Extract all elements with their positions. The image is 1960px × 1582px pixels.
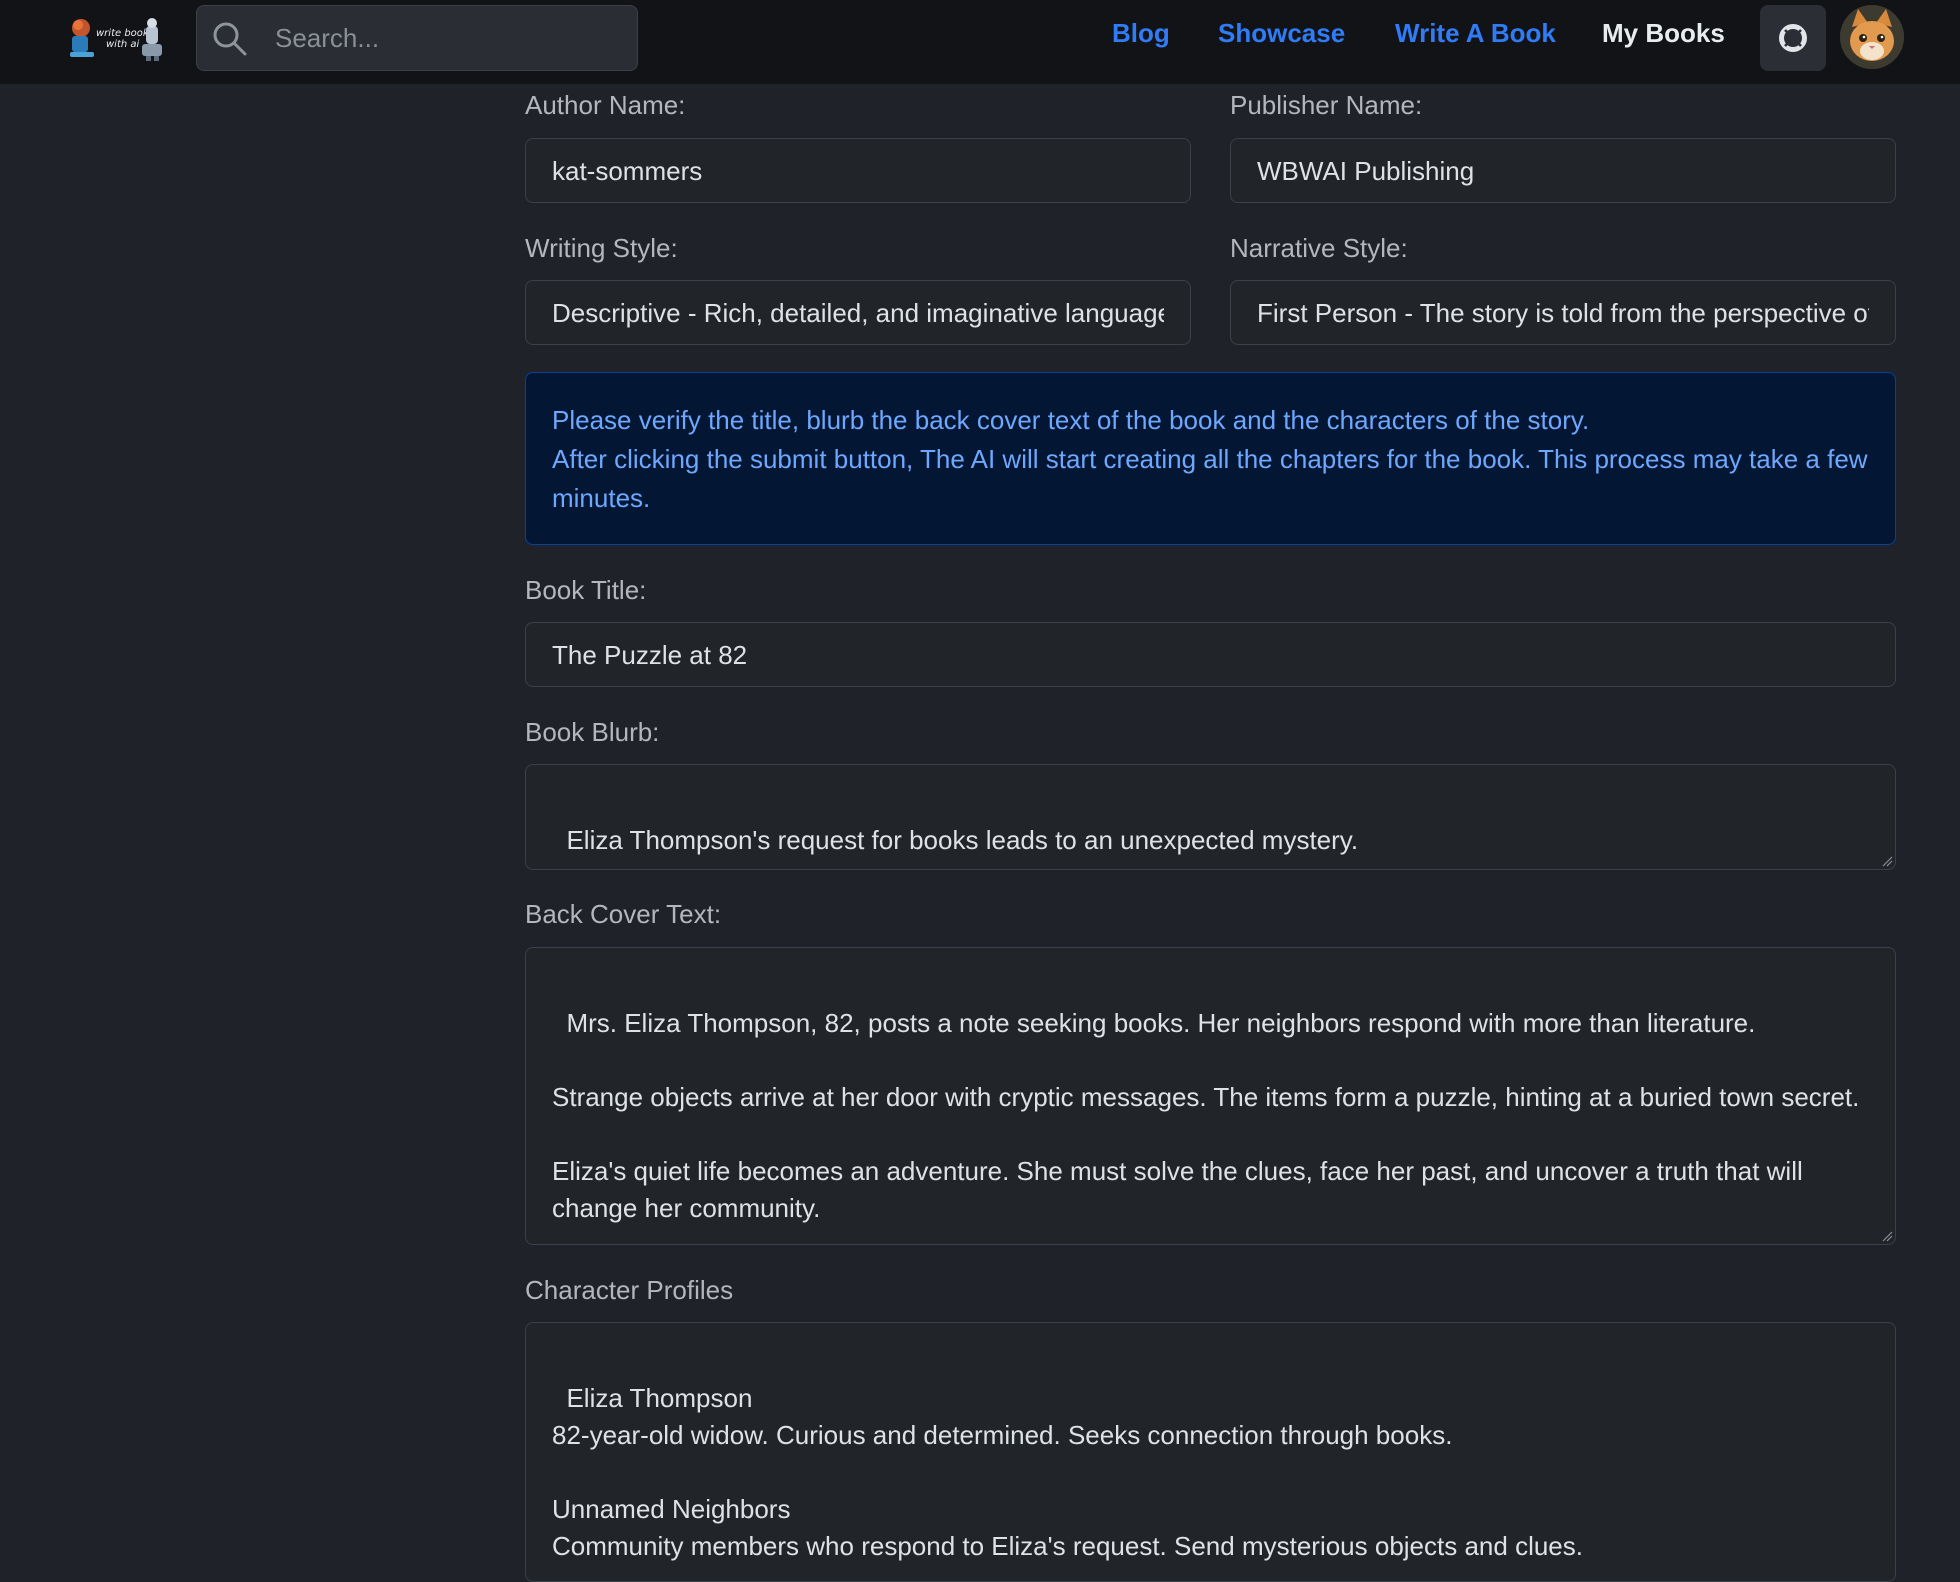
publisher-name-label: Publisher Name:: [1230, 90, 1423, 120]
search-box[interactable]: [196, 5, 638, 71]
back-cover-text-value: Mrs. Eliza Thompson, 82, posts a note se…: [552, 1008, 1860, 1223]
book-blurb-value: Eliza Thompson's request for books leads…: [566, 825, 1359, 855]
svg-text:with ai: with ai: [106, 39, 140, 50]
svg-text:write books: write books: [96, 28, 154, 39]
back-cover-text-label: Back Cover Text:: [525, 899, 722, 929]
writing-style-value: Descriptive - Rich, detailed, and imagin…: [552, 298, 1164, 328]
book-blurb-label: Book Blurb:: [525, 717, 660, 747]
character-profiles-label: Character Profiles: [525, 1275, 734, 1305]
writing-style-field[interactable]: Descriptive - Rich, detailed, and imagin…: [525, 280, 1191, 345]
author-name-value: kat-sommers: [552, 156, 703, 186]
life-ring-icon: [1779, 24, 1807, 52]
resize-handle-icon[interactable]: [1881, 1230, 1893, 1242]
writing-style-label: Writing Style:: [525, 233, 678, 263]
book-title-value: The Puzzle at 82: [552, 640, 748, 670]
alert-line-1: Please verify the title, blurb the back …: [552, 405, 1590, 435]
user-avatar[interactable]: [1840, 5, 1904, 69]
nav-link-my-books[interactable]: My Books: [1602, 18, 1725, 49]
top-navbar: write books with ai Blog Showcase Write …: [0, 0, 1960, 84]
alert-line-2: After clicking the submit button, The AI…: [552, 444, 1868, 513]
publisher-name-field[interactable]: WBWAI Publishing: [1230, 138, 1896, 203]
author-name-field[interactable]: kat-sommers: [525, 138, 1191, 203]
narrative-style-value: First Person - The story is told from th…: [1257, 298, 1869, 328]
nav-link-showcase[interactable]: Showcase: [1218, 18, 1345, 49]
character-profiles-value: Eliza Thompson 82-year-old widow. Curiou…: [552, 1383, 1583, 1561]
book-title-label: Book Title:: [525, 575, 647, 605]
nav-link-blog[interactable]: Blog: [1112, 18, 1170, 49]
search-input[interactable]: [275, 6, 625, 70]
site-logo[interactable]: write books with ai: [68, 14, 166, 62]
logo-graphic: write books with ai: [70, 18, 162, 61]
book-blurb-textarea[interactable]: Eliza Thompson's request for books leads…: [525, 764, 1896, 870]
help-button[interactable]: [1760, 5, 1826, 71]
cat-avatar-icon: [1840, 5, 1904, 69]
resize-handle-icon[interactable]: [1881, 855, 1893, 867]
publisher-name-value: WBWAI Publishing: [1257, 156, 1475, 186]
search-icon: [211, 20, 249, 58]
character-profiles-textarea[interactable]: Eliza Thompson 82-year-old widow. Curiou…: [525, 1322, 1896, 1582]
author-name-label: Author Name:: [525, 90, 686, 120]
nav-link-write-a-book[interactable]: Write A Book: [1395, 18, 1556, 49]
narrative-style-label: Narrative Style:: [1230, 233, 1408, 263]
narrative-style-field[interactable]: First Person - The story is told from th…: [1230, 280, 1896, 345]
info-alert: Please verify the title, blurb the back …: [525, 372, 1896, 545]
back-cover-text-textarea[interactable]: Mrs. Eliza Thompson, 82, posts a note se…: [525, 947, 1896, 1245]
book-title-field[interactable]: The Puzzle at 82: [525, 622, 1896, 687]
